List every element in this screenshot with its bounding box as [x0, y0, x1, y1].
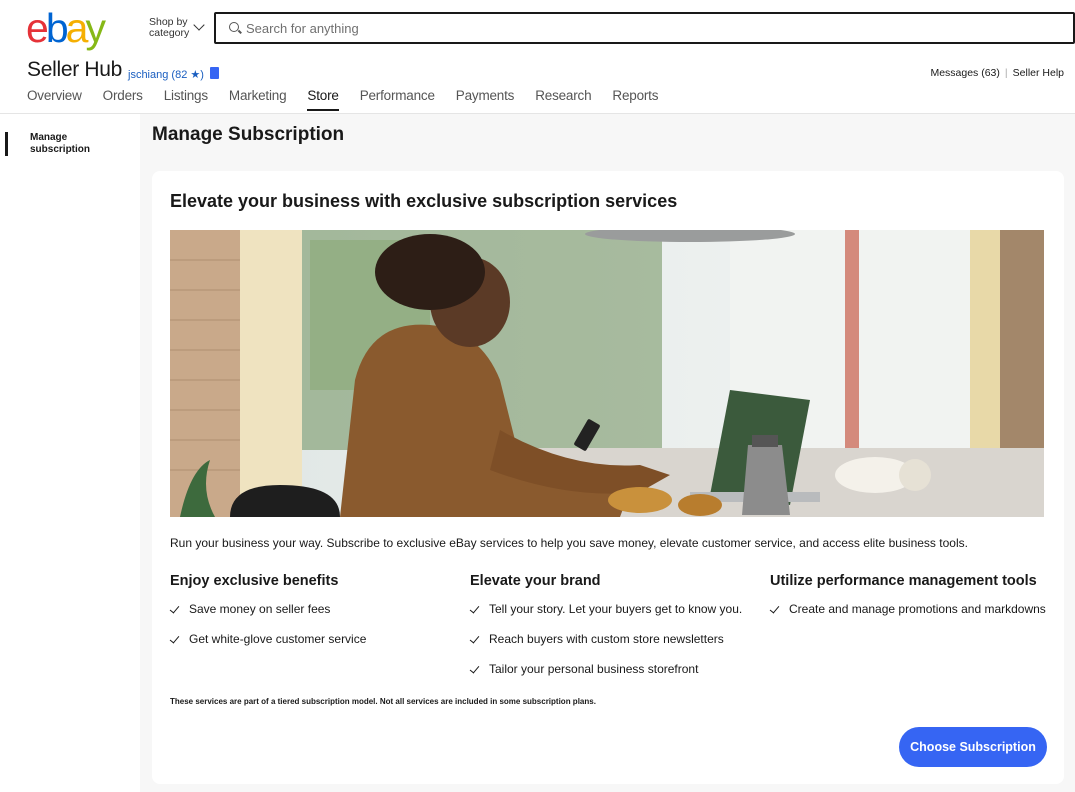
- tab-overview[interactable]: Overview: [27, 88, 82, 109]
- logo-letter-a: a: [65, 5, 89, 51]
- list-item: Create and manage promotions and markdow…: [769, 602, 1050, 632]
- sidebar-item-label-line2: subscription: [30, 144, 91, 155]
- list-item-label: Save money on seller fees: [189, 602, 331, 616]
- list-item: Reach buyers with custom store newslette…: [469, 632, 760, 662]
- brand-column: Elevate your brand Tell your story. Let …: [469, 571, 760, 692]
- benefits-list: Save money on seller fees Get white-glov…: [169, 602, 450, 662]
- list-item-label: Tell your story. Let your buyers get to …: [489, 602, 743, 616]
- hero-illustration: [170, 230, 1044, 517]
- benefits-heading: Enjoy exclusive benefits: [170, 573, 339, 589]
- list-item: Save money on seller fees: [169, 602, 450, 632]
- messages-link[interactable]: Messages (63): [930, 67, 999, 79]
- brand-heading: Elevate your brand: [470, 573, 601, 589]
- store-badge-icon: [209, 67, 219, 79]
- tab-reports[interactable]: Reports: [612, 88, 658, 109]
- tools-list: Create and manage promotions and markdow…: [769, 602, 1050, 632]
- logo-letter-e: e: [26, 5, 49, 51]
- list-item-label: Reach buyers with custom store newslette…: [489, 632, 724, 646]
- feedback-score[interactable]: (82 ★): [171, 69, 203, 81]
- tools-heading: Utilize performance management tools: [770, 573, 1037, 589]
- seller-hub-title: Seller Hub: [27, 58, 123, 81]
- seller-help-link[interactable]: Seller Help: [1013, 67, 1064, 79]
- username-link[interactable]: jschiang: [128, 69, 168, 81]
- tools-column: Utilize performance management tools Cre…: [769, 571, 1050, 632]
- tab-store[interactable]: Store: [307, 88, 339, 111]
- list-item-label: Tailor your personal business storefront: [489, 662, 699, 676]
- chevron-down-icon: [193, 19, 205, 31]
- tab-performance[interactable]: Performance: [360, 88, 435, 109]
- list-item-label: Create and manage promotions and markdow…: [789, 602, 1046, 616]
- search-input[interactable]: [246, 18, 1046, 38]
- check-icon: [169, 633, 180, 644]
- tab-marketing[interactable]: Marketing: [229, 88, 287, 109]
- sidebar: Manage subscription: [0, 114, 140, 792]
- user-info: jschiang (82 ★): [128, 66, 219, 81]
- page-title: Manage Subscription: [152, 124, 345, 145]
- tab-listings[interactable]: Listings: [164, 88, 208, 109]
- disclaimer-text: These services are part of a tiered subs…: [170, 697, 596, 706]
- list-item: Tell your story. Let your buyers get to …: [469, 602, 760, 632]
- list-item: Tailor your personal business storefront: [469, 662, 760, 692]
- main-nav: Overview Orders Listings Marketing Store…: [27, 88, 679, 111]
- sidebar-item-manage-subscription[interactable]: Manage subscription: [5, 132, 115, 156]
- category-label: category: [149, 27, 190, 39]
- search-icon: [229, 22, 239, 32]
- shop-by-category-button[interactable]: Shop by category: [149, 17, 205, 39]
- logo-letter-b: b: [45, 5, 69, 51]
- brand-list: Tell your story. Let your buyers get to …: [469, 602, 760, 692]
- check-icon: [469, 633, 480, 644]
- check-icon: [769, 603, 780, 614]
- list-item-label: Get white-glove customer service: [189, 632, 367, 646]
- choose-subscription-button[interactable]: Choose Subscription: [899, 727, 1047, 767]
- separator: |: [1004, 67, 1008, 79]
- card-title: Elevate your business with exclusive sub…: [170, 191, 678, 211]
- benefits-column: Enjoy exclusive benefits Save money on s…: [169, 571, 450, 662]
- tab-payments[interactable]: Payments: [456, 88, 515, 109]
- intro-text: Run your business your way. Subscribe to…: [170, 536, 968, 550]
- subscription-card: Elevate your business with exclusive sub…: [152, 171, 1064, 784]
- tab-research[interactable]: Research: [535, 88, 591, 109]
- hero-image: [170, 230, 1044, 517]
- check-icon: [469, 603, 480, 614]
- search-bar: [214, 12, 1075, 44]
- top-header: ebay Shop by category Seller Hub jschian…: [0, 0, 1075, 114]
- utility-links: Messages (63) | Seller Help: [930, 67, 1064, 79]
- ebay-logo[interactable]: ebay: [26, 5, 106, 51]
- sidebar-item-label-line1: Manage: [30, 132, 68, 143]
- logo-letter-y: y: [85, 5, 105, 51]
- check-icon: [469, 663, 480, 674]
- check-icon: [169, 603, 180, 614]
- list-item: Get white-glove customer service: [169, 632, 450, 662]
- tab-orders[interactable]: Orders: [103, 88, 143, 109]
